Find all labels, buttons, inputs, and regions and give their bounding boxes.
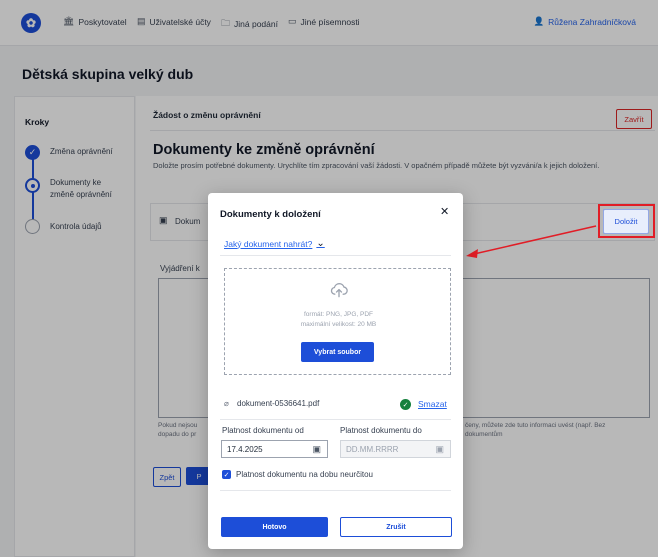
format-text: formát: PNG, JPG, PDF <box>304 311 373 318</box>
annotation-highlight-box <box>598 204 655 238</box>
modal-title: Dokumenty k doložení <box>220 209 321 220</box>
choose-file-button[interactable]: Vybrat soubor <box>301 342 374 362</box>
delete-file-link[interactable]: Smazat <box>418 399 447 409</box>
upload-modal: Dokumenty k doložení ✕ Jaký dokument nah… <box>208 193 463 549</box>
valid-to-input[interactable]: DD.MM.RRRR ▣ <box>340 440 451 458</box>
paperclip-icon: ⌀ <box>224 399 229 408</box>
divider <box>220 255 451 256</box>
valid-from-label: Platnost dokumentu od <box>222 426 304 435</box>
max-size-text: maximální velikost: 20 MB <box>300 321 377 328</box>
valid-to-placeholder: DD.MM.RRRR <box>346 444 399 454</box>
file-dropzone[interactable]: formát: PNG, JPG, PDF maximální velikost… <box>224 268 451 375</box>
divider <box>220 419 451 420</box>
which-document-link[interactable]: Jaký dokument nahrát? ⌄ <box>224 238 325 249</box>
cancel-button[interactable]: Zrušit <box>340 517 452 537</box>
which-document-link-label[interactable]: Jaký dokument nahrát? <box>224 239 312 249</box>
calendar-icon[interactable]: ▣ <box>312 444 321 455</box>
valid-from-value[interactable]: 17.4.2025 <box>227 445 263 454</box>
divider <box>220 490 451 491</box>
cloud-upload-icon <box>330 283 348 298</box>
indefinite-checkbox[interactable]: ✓ <box>222 470 231 479</box>
calendar-icon[interactable]: ▣ <box>435 444 444 455</box>
indefinite-label[interactable]: Platnost dokumentu na dobu neurčitou <box>236 470 373 479</box>
uploaded-file-row: ⌀ dokument-0536641.pdf ✓ Smazat <box>224 399 451 413</box>
valid-to-label: Platnost dokumentu do <box>340 426 422 435</box>
done-button[interactable]: Hotovo <box>221 517 328 537</box>
chevron-down-icon[interactable]: ⌄ <box>316 238 324 249</box>
check-circle-icon: ✓ <box>400 399 411 410</box>
file-name: dokument-0536641.pdf <box>237 399 320 408</box>
close-icon[interactable]: ✕ <box>440 205 449 218</box>
valid-from-input[interactable]: 17.4.2025 ▣ <box>221 440 328 458</box>
